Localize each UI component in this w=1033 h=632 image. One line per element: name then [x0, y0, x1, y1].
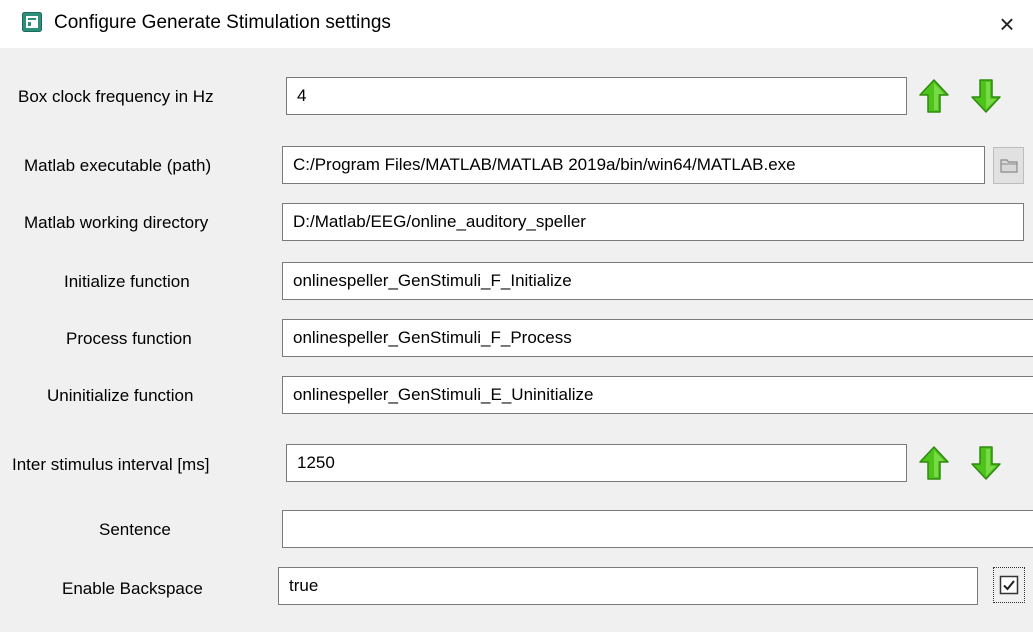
arrow-down-icon — [971, 446, 1001, 480]
matlab-working-directory-input[interactable] — [282, 203, 1024, 241]
enable-backspace-input[interactable] — [278, 567, 978, 605]
decrease-clock-frequency-button[interactable] — [969, 77, 1003, 115]
sentence-label: Sentence — [99, 520, 171, 539]
arrow-up-icon — [919, 446, 949, 480]
inter-stimulus-interval-label: Inter stimulus interval [ms] — [12, 455, 210, 474]
arrow-up-icon — [919, 79, 949, 113]
enable-backspace-checkbox[interactable] — [993, 567, 1025, 603]
enable-backspace-label: Enable Backspace — [62, 579, 203, 598]
increase-clock-frequency-button[interactable] — [917, 77, 951, 115]
process-function-input[interactable] — [282, 319, 1033, 357]
initialize-function-input[interactable] — [282, 262, 1033, 300]
uninitialize-function-label: Uninitialize function — [47, 386, 194, 405]
initialize-function-label: Initialize function — [64, 272, 190, 291]
matlab-executable-input[interactable] — [282, 146, 985, 184]
title-bar: Configure Generate Stimulation settings … — [0, 0, 1033, 48]
folder-icon — [999, 159, 1018, 173]
settings-window-icon — [22, 12, 42, 32]
inter-stimulus-interval-input[interactable] — [286, 444, 907, 482]
process-function-label: Process function — [66, 329, 192, 348]
clock-frequency-label: Box clock frequency in Hz — [18, 87, 214, 106]
decrease-interval-button[interactable] — [969, 444, 1003, 482]
matlab-working-directory-label: Matlab working directory — [24, 213, 209, 232]
increase-interval-button[interactable] — [917, 444, 951, 482]
window-title: Configure Generate Stimulation settings — [54, 12, 391, 33]
sentence-input[interactable] — [282, 510, 1033, 548]
matlab-executable-label: Matlab executable (path) — [24, 156, 212, 175]
checkbox-icon — [999, 575, 1019, 595]
clock-frequency-input[interactable] — [286, 77, 907, 115]
arrow-down-icon — [971, 79, 1001, 113]
uninitialize-function-input[interactable] — [282, 376, 1033, 414]
close-button[interactable]: × — [992, 10, 1022, 40]
browse-executable-button[interactable] — [993, 147, 1024, 184]
